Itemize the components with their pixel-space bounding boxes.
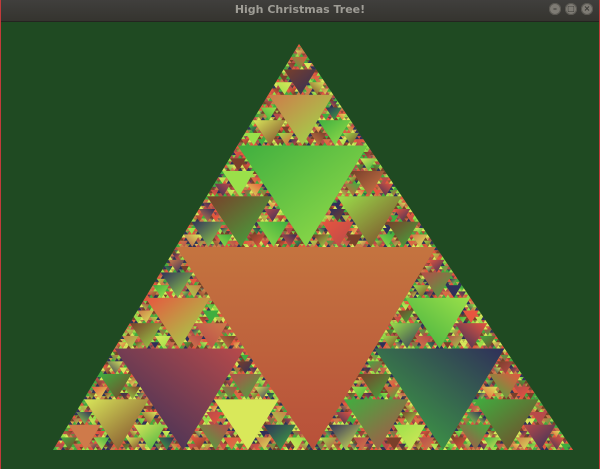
sierpinski-tree [53, 44, 573, 450]
minimize-button[interactable]: – [549, 3, 561, 15]
title-bar[interactable]: High Christmas Tree! – □ × [1, 0, 599, 22]
window-title: High Christmas Tree! [234, 3, 366, 16]
maximize-button[interactable]: □ [565, 3, 577, 15]
drawing-canvas [1, 22, 599, 469]
app-window: High Christmas Tree! – □ × [0, 0, 600, 469]
window-controls: – □ × [549, 3, 593, 15]
close-button[interactable]: × [581, 3, 593, 15]
fractal-leaf [297, 44, 302, 48]
